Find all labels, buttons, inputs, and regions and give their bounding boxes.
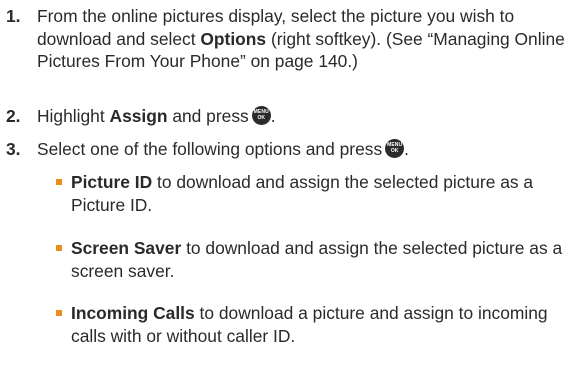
- step-1: 1. From the online pictures display, sel…: [0, 5, 574, 73]
- option-title: Picture ID: [71, 172, 153, 192]
- instruction-page: 1. From the online pictures display, sel…: [0, 0, 582, 369]
- step-number: 1.: [6, 6, 21, 26]
- bullet-icon: [56, 179, 62, 185]
- option-item-picture-id: Picture ID to download and assign the se…: [37, 171, 577, 216]
- option-text: Screen Saver to download and assign the …: [71, 237, 577, 282]
- option-text: Incoming Calls to download a picture and…: [71, 302, 577, 347]
- step-text: Select one of the following options and …: [37, 139, 409, 159]
- option-title: Screen Saver: [71, 238, 182, 258]
- option-item-incoming-calls: Incoming Calls to download a picture and…: [37, 302, 577, 347]
- step-number: 2.: [6, 106, 21, 126]
- bullet-icon: [56, 310, 62, 316]
- step-text-intro: Select one of the following options and …: [37, 139, 383, 159]
- option-title: Incoming Calls: [71, 303, 195, 323]
- step-text: Highlight Assign and press MENU OK.: [37, 106, 276, 126]
- option-text: Picture ID to download and assign the se…: [71, 171, 577, 216]
- step-2: 2. Highlight Assign and press MENU OK.: [0, 105, 574, 128]
- options-keyword: Options: [200, 28, 267, 49]
- ok-key-label: OK: [257, 115, 265, 121]
- step-3: 3. Select one of the following options a…: [0, 138, 574, 161]
- ok-key-label: OK: [390, 148, 399, 154]
- option-item-screen-saver: Screen Saver to download and assign the …: [37, 237, 577, 282]
- bullet-icon: [56, 245, 62, 251]
- step-text-rest: and press: [167, 106, 249, 126]
- step-number: 3.: [6, 139, 21, 159]
- assign-keyword: Assign: [109, 106, 168, 126]
- menu-ok-key-icon: MENU OK: [385, 139, 405, 158]
- step-text: From the online pictures display, select…: [37, 5, 574, 73]
- menu-ok-key-icon: MENU OK: [251, 106, 271, 125]
- step-text-intro: Highlight: [37, 106, 110, 126]
